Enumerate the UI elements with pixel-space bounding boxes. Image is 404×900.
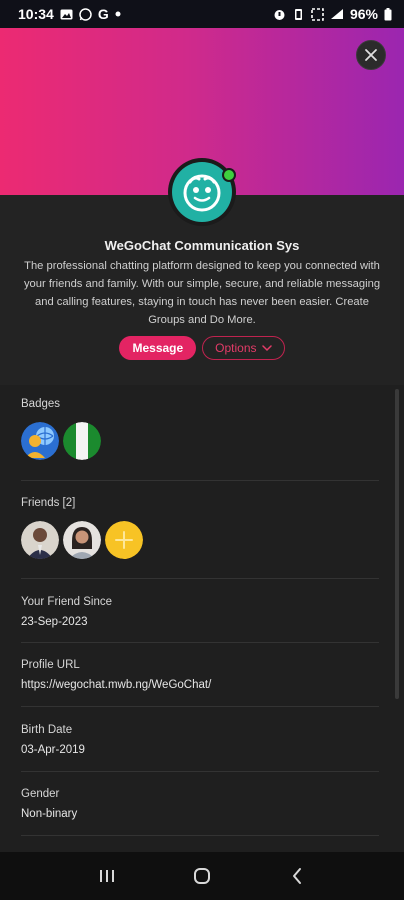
home-button[interactable] (182, 861, 222, 891)
birth-date-section: Birth Date 03-Apr-2019 (21, 724, 379, 772)
friend-avatar-woman[interactable] (63, 521, 101, 559)
status-bar: 10:34 G 96% (0, 0, 404, 28)
status-right: 96% (273, 6, 392, 22)
profile-url-label: Profile URL (21, 659, 80, 671)
profile-url-section: Profile URL https://wegochat.mwb.ng/WeGo… (21, 659, 379, 707)
friend-avatar-man[interactable] (21, 521, 59, 559)
profile-name: WeGoChat Communication Sys (104, 238, 300, 253)
home-icon (193, 868, 210, 884)
gender-label: Gender (21, 788, 60, 800)
status-left: 10:34 G (18, 6, 121, 22)
chevron-down-icon (261, 344, 272, 351)
profile-avatar[interactable] (168, 158, 236, 226)
badges-list (21, 422, 379, 460)
options-button[interactable]: Options (202, 336, 285, 360)
scrollbar[interactable] (395, 389, 399, 699)
signal-icon (330, 8, 344, 20)
gender-value: Non-binary (21, 808, 78, 820)
battery-icon (384, 7, 392, 21)
back-button[interactable] (277, 861, 317, 891)
friends-section: Friends [2] (21, 497, 379, 579)
birth-date-label: Birth Date (21, 724, 73, 736)
add-friend-icon[interactable] (105, 521, 143, 559)
profile-url-link[interactable]: https://wegochat.mwb.ng/WeGoChat/ (21, 679, 379, 691)
close-icon (365, 49, 377, 61)
online-status-dot (222, 168, 236, 182)
profile-description: The professional chatting platform desig… (23, 260, 381, 326)
profile-actions: Message Options (0, 336, 404, 360)
gender-section: Gender Non-binary (21, 788, 379, 836)
friend-since-label: Your Friend Since (21, 596, 112, 608)
recent-apps-icon (100, 870, 115, 882)
close-button[interactable] (356, 40, 386, 70)
notification-dot-icon (115, 11, 121, 17)
back-icon (292, 868, 301, 884)
globe-user-badge-icon[interactable] (21, 422, 59, 460)
whatsapp-icon (79, 7, 92, 21)
battery-percent: 96% (349, 6, 378, 22)
message-button-label: Message (132, 341, 184, 355)
badges-section: Badges (21, 398, 379, 481)
friends-list (21, 521, 379, 559)
google-icon: G (97, 6, 109, 22)
alarm-icon (273, 8, 286, 21)
badges-label: Badges (21, 398, 61, 410)
friends-label: Friends [2] (21, 497, 76, 509)
system-nav-bar (0, 852, 404, 900)
data-saver-icon (311, 7, 324, 21)
vibrate-icon (292, 8, 305, 21)
gallery-icon (60, 9, 73, 20)
nigeria-flag-badge-icon[interactable] (63, 422, 101, 460)
recent-apps-button[interactable] (87, 861, 127, 891)
friend-since-section: Your Friend Since 23-Sep-2023 (21, 596, 379, 643)
options-button-label: Options (215, 341, 257, 355)
message-button[interactable]: Message (119, 336, 197, 360)
birth-date-value: 03-Apr-2019 (21, 744, 85, 756)
friend-since-value: 23-Sep-2023 (21, 616, 88, 628)
status-time: 10:34 (18, 6, 54, 22)
